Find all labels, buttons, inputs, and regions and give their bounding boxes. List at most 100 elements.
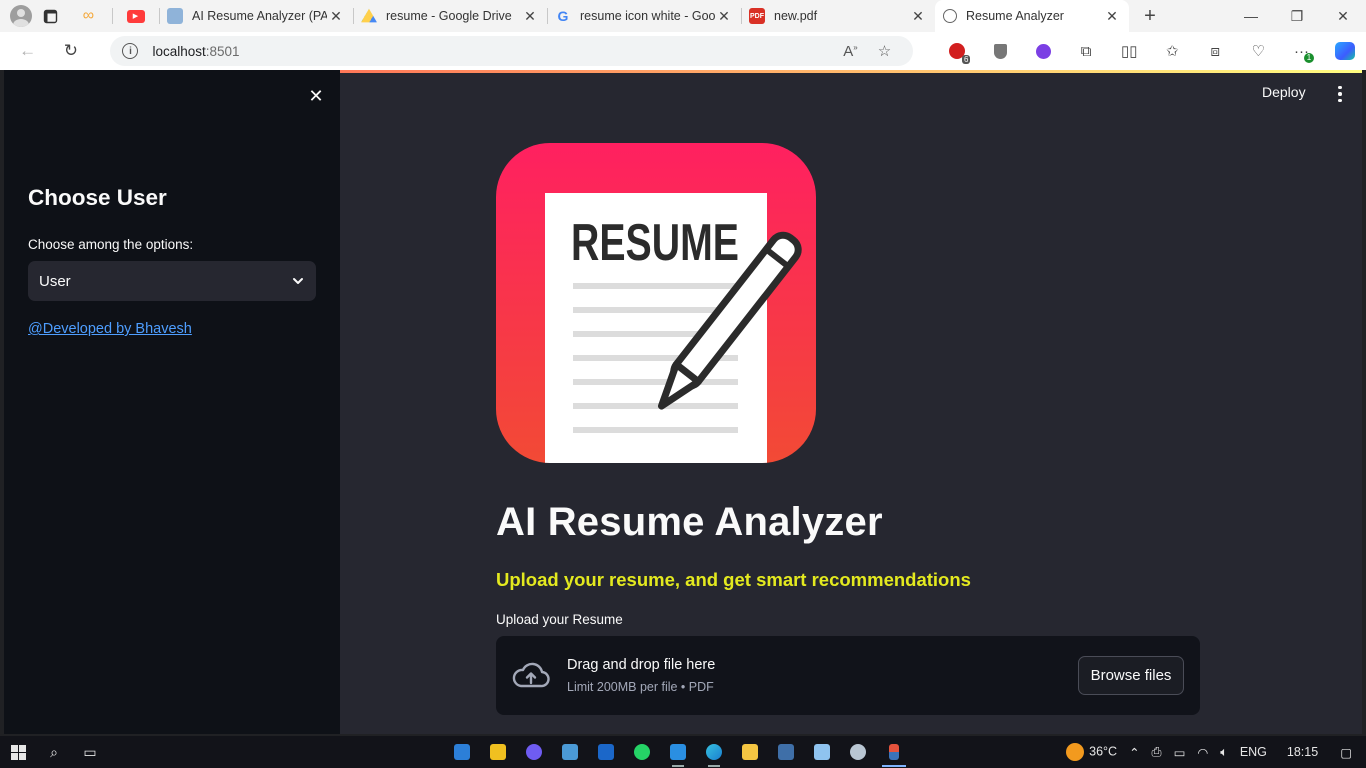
tab-new-pdf[interactable]: PDF new.pdf ✕ — [741, 0, 935, 32]
developer-credit-link[interactable]: @Developed by Bhavesh — [28, 321, 192, 337]
network-icon[interactable]: ⎙ — [1146, 745, 1168, 760]
pinned-tab-copilot[interactable]: ∞ — [65, 0, 112, 32]
tab-google-search[interactable]: G resume icon white - Goo ✕ — [547, 0, 741, 32]
desktop-app-icon[interactable] — [444, 736, 480, 768]
close-window-icon[interactable]: ✕ — [1320, 8, 1366, 25]
infinity-icon: ∞ — [82, 7, 95, 24]
page-subtitle: Upload your resume, and get smart recomm… — [496, 569, 971, 590]
user-select[interactable]: User — [28, 261, 316, 301]
store-icon[interactable] — [480, 736, 516, 768]
task-view-icon[interactable]: ▭ — [72, 736, 108, 768]
file-explorer-icon[interactable] — [732, 736, 768, 768]
windows-taskbar: ⌕ ▭ 36°C ⌃ ⎙ ▭ ◠ 🔈︎ ENG 18:15 ▢ — [0, 736, 1366, 768]
close-tab-icon[interactable]: ✕ — [909, 8, 927, 25]
shield-extension-icon[interactable] — [978, 36, 1021, 66]
volume-icon[interactable]: 🔈︎ — [1214, 745, 1234, 760]
weather-temperature: 36°C — [1089, 744, 1118, 759]
minimize-icon[interactable]: — — [1228, 8, 1274, 25]
notification-badge: 1 — [1303, 53, 1314, 63]
close-sidebar-icon[interactable]: ✕ — [304, 84, 328, 108]
settings-app-icon[interactable] — [840, 736, 876, 768]
url-text: localhost:8501 — [152, 44, 833, 59]
tab-resume-analyzer[interactable]: Resume Analyzer ✕ — [935, 0, 1129, 32]
whatsapp-icon[interactable] — [624, 736, 660, 768]
browser-tab-bar: ∞ ▶ AI Resume Analyzer (PAF ✕ resume - G… — [0, 0, 1366, 32]
clipchamp-icon[interactable] — [516, 736, 552, 768]
url-port: :8501 — [205, 43, 240, 59]
extensions-puzzle-icon[interactable]: ⧉ — [1065, 36, 1108, 66]
youtube-icon: ▶ — [126, 9, 145, 23]
document-icon — [167, 8, 183, 24]
restore-icon[interactable]: ❐ — [1274, 8, 1320, 25]
purple-extension-icon[interactable] — [1022, 36, 1065, 66]
browse-files-button[interactable]: Browse files — [1078, 656, 1184, 695]
favorites-icon[interactable]: ✩ — [1151, 36, 1194, 66]
address-bar[interactable]: i localhost:8501 A» ☆ — [110, 36, 914, 66]
extension-badge: 6 — [962, 55, 971, 64]
pinned-tab-youtube[interactable]: ▶ — [112, 0, 159, 32]
resume-logo-image: RESUME — [496, 143, 816, 463]
tab-title: AI Resume Analyzer (PAF — [192, 9, 327, 23]
select-value: User — [39, 272, 71, 290]
google-icon: G — [557, 8, 569, 24]
weather-sun-icon — [1066, 743, 1085, 761]
main-menu-icon[interactable] — [1330, 84, 1350, 104]
outlook-icon[interactable] — [588, 736, 624, 768]
logo-word: RESUME — [571, 214, 739, 272]
refresh-icon[interactable]: ↻ — [53, 36, 88, 66]
page-title: AI Resume Analyzer — [496, 500, 883, 544]
tab-google-drive[interactable]: resume - Google Drive ✕ — [353, 0, 547, 32]
favorite-star-icon[interactable]: ☆ — [867, 42, 901, 60]
close-tab-icon[interactable]: ✕ — [327, 8, 345, 25]
tray-overflow-icon[interactable]: ⌃ — [1123, 745, 1145, 760]
app-viewport: ✕ Choose User Choose among the options: … — [4, 70, 1362, 734]
terminal-app-icon[interactable] — [768, 736, 804, 768]
profile-avatar-button[interactable] — [7, 2, 35, 30]
close-tab-icon[interactable]: ✕ — [521, 8, 539, 25]
file-dropzone[interactable]: Drag and drop file here Limit 200MB per … — [496, 636, 1200, 715]
wifi-icon[interactable]: ◠ — [1191, 745, 1214, 760]
vscode-icon[interactable] — [660, 736, 696, 768]
tab-ai-resume-analyzer-doc[interactable]: AI Resume Analyzer (PAF ✕ — [159, 0, 353, 32]
more-menu-icon[interactable]: ··· 1 — [1280, 36, 1323, 66]
adblock-extension-icon[interactable]: 6 — [935, 36, 978, 66]
collections-icon[interactable]: ⧈ — [1194, 36, 1237, 66]
read-aloud-icon[interactable]: A» — [833, 43, 867, 60]
tab-title: resume icon white - Goo — [580, 9, 715, 23]
system-tray: 36°C ⌃ ⎙ ▭ ◠ 🔈︎ ENG 18:15 ▢ — [1060, 743, 1366, 761]
pdf-icon: PDF — [749, 8, 765, 24]
site-info-icon[interactable]: i — [122, 43, 139, 59]
weather-widget[interactable]: 36°C — [1060, 743, 1123, 761]
search-icon[interactable]: ⌕ — [36, 736, 72, 768]
performance-icon[interactable]: ♡ — [1237, 36, 1280, 66]
uploader-label: Upload your Resume — [496, 612, 623, 627]
globe-icon — [943, 9, 957, 23]
split-screen-icon[interactable]: ▯▯ — [1108, 36, 1151, 66]
window-controls: — ❐ ✕ — [1228, 8, 1366, 25]
tab-actions-icon[interactable] — [35, 2, 65, 30]
cloud-upload-icon — [512, 662, 550, 687]
edge-icon[interactable] — [696, 736, 732, 768]
chevron-down-icon — [293, 278, 303, 284]
new-tab-icon[interactable]: + — [1135, 5, 1165, 28]
copilot-icon[interactable] — [1323, 36, 1366, 66]
photos-icon[interactable] — [552, 736, 588, 768]
sidebar: ✕ Choose User Choose among the options: … — [4, 70, 340, 734]
python-app-icon[interactable] — [876, 736, 912, 768]
tab-title: resume - Google Drive — [386, 9, 512, 23]
tab-title: Resume Analyzer — [966, 9, 1064, 23]
back-arrow-icon[interactable]: ← — [10, 36, 45, 66]
windows-start-icon[interactable] — [0, 736, 36, 768]
deploy-button[interactable]: Deploy — [1262, 84, 1306, 100]
tab-title: new.pdf — [774, 9, 818, 23]
dropzone-limit: Limit 200MB per file • PDF — [567, 680, 714, 694]
dropzone-text: Drag and drop file here Limit 200MB per … — [567, 657, 1078, 694]
google-drive-icon — [361, 8, 377, 23]
close-tab-icon[interactable]: ✕ — [715, 8, 733, 25]
clock[interactable]: 18:15 — [1281, 745, 1324, 759]
battery-icon[interactable]: ▭ — [1168, 745, 1192, 760]
notifications-icon[interactable]: ▢ — [1334, 745, 1358, 760]
close-tab-icon[interactable]: ✕ — [1103, 8, 1121, 25]
notepad-icon[interactable] — [804, 736, 840, 768]
language-indicator[interactable]: ENG — [1234, 745, 1273, 759]
